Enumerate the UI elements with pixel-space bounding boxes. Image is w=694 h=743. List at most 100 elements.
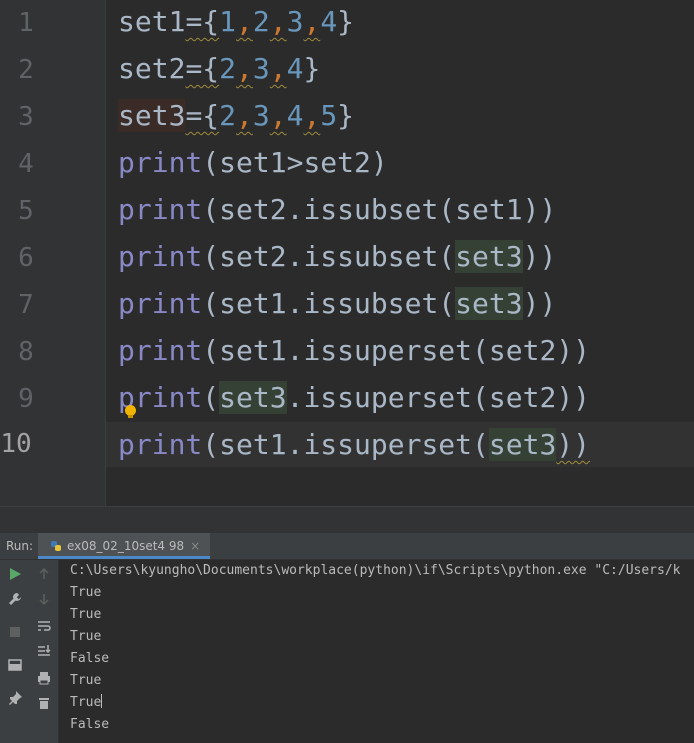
code-line[interactable]: print(set1>set2) [118, 139, 388, 186]
run-console-output[interactable]: C:\Users\kyungho\Documents\workplace(pyt… [59, 560, 694, 743]
code-token: .issuperset(set2)) [286, 381, 591, 414]
text-cursor [101, 694, 103, 708]
run-label: Run: [6, 539, 34, 553]
line-number: 2 [18, 55, 34, 85]
code-token: set1 [118, 5, 186, 38]
code-token: set2 [118, 52, 186, 85]
line-number: 1 [18, 8, 34, 38]
line-number: 9 [18, 384, 34, 414]
console-output-line: False [70, 717, 110, 732]
stop-icon[interactable] [7, 624, 23, 640]
line-number-current: 10 [0, 429, 32, 459]
code-token: (set2.issubset(set1)) [202, 193, 557, 226]
number-literal: 2 [219, 52, 237, 85]
console-output-line: False [70, 651, 110, 666]
line-number: 3 [18, 102, 34, 132]
pin-icon[interactable] [7, 690, 23, 706]
code-line[interactable]: print(set2.issubset(set1)) [118, 186, 556, 233]
run-tool-header: Run: ex08_02_10set4 98 × [0, 533, 694, 560]
code-token: } [337, 99, 355, 132]
number-literal: 2 [219, 99, 237, 132]
comma: , [269, 5, 287, 38]
highlighted-identifier: set3 [488, 428, 557, 461]
code-token: (set1>set2) [202, 146, 388, 179]
bulb-icon[interactable] [125, 405, 136, 418]
code-token: )) [522, 287, 557, 320]
code-editor[interactable]: 1 2 3 4 5 6 7 8 9 10 set1={1,2,3,4} set2… [0, 0, 694, 506]
trash-icon[interactable] [36, 695, 52, 711]
line-number: 8 [18, 337, 34, 367]
run-toolbar-primary [0, 560, 30, 743]
line-number-gutter[interactable]: 1 2 3 4 5 6 7 8 9 10 [0, 0, 105, 506]
run-tab-label: ex08_02_10set4 98 [67, 539, 185, 553]
comma: , [236, 5, 253, 38]
number-literal: 4 [286, 99, 304, 132]
builtin-keyword: print [118, 334, 203, 367]
builtin-keyword: print [118, 146, 203, 179]
console-output-line: True [70, 629, 102, 644]
comma: , [303, 99, 321, 132]
down-arrow-icon[interactable] [36, 591, 52, 607]
builtin-keyword: print [118, 287, 203, 320]
run-toolbar-secondary [30, 560, 59, 743]
code-token: (set2.issubset( [202, 240, 456, 273]
highlighted-identifier: set3 [455, 240, 523, 273]
layout-icon[interactable] [7, 657, 23, 673]
comma: , [236, 99, 253, 132]
code-line-current[interactable]: print(set1.issuperset(set3)) [118, 421, 590, 468]
console-output-line: True [70, 673, 102, 688]
code-token: )) [522, 240, 557, 273]
number-literal: 4 [320, 5, 338, 38]
code-line[interactable]: set1={1,2,3,4} [118, 0, 354, 45]
python-file-icon [51, 541, 61, 551]
code-token: ={ [185, 5, 220, 38]
console-command-line: C:\Users\kyungho\Documents\workplace(pyt… [70, 563, 681, 578]
scroll-to-end-icon[interactable] [36, 643, 52, 659]
comma: , [236, 52, 253, 85]
code-token: ={ [185, 99, 220, 132]
highlighted-identifier: set3 [455, 287, 523, 320]
code-token: (set1.issubset( [202, 287, 456, 320]
number-literal: 3 [286, 5, 304, 38]
up-arrow-icon[interactable] [36, 566, 52, 582]
code-line[interactable]: set2={2,3,4} [118, 45, 320, 92]
code-token: )) [556, 428, 591, 461]
builtin-keyword: print [118, 240, 203, 273]
code-line[interactable]: print(set1.issubset(set3)) [118, 280, 556, 327]
number-literal: 1 [219, 5, 237, 38]
close-icon[interactable]: × [190, 539, 200, 553]
number-literal: 4 [286, 52, 304, 85]
code-token: set3 [118, 99, 186, 132]
number-literal: 2 [252, 5, 270, 38]
code-line[interactable]: print(set3.issuperset(set2)) [118, 374, 590, 421]
line-number: 6 [18, 243, 34, 273]
rerun-icon[interactable] [7, 566, 23, 582]
comma: , [303, 5, 321, 38]
builtin-keyword: print [118, 193, 203, 226]
comma: , [269, 52, 287, 85]
editor-bottom-strip [0, 506, 694, 533]
builtin-keyword: print [118, 428, 203, 461]
console-output-text: True [70, 695, 102, 710]
number-literal: 3 [252, 52, 270, 85]
code-token: (set1.issuperset(set2)) [202, 334, 591, 367]
code-line[interactable]: set3={2,3,4,5} [118, 92, 354, 139]
code-token: (set1.issuperset( [202, 428, 489, 461]
soft-wrap-icon[interactable] [36, 618, 52, 634]
code-token: } [303, 52, 321, 85]
run-config-tab[interactable]: ex08_02_10set4 98 × [38, 533, 211, 559]
code-token: } [337, 5, 355, 38]
print-icon[interactable] [36, 670, 52, 686]
number-literal: 5 [320, 99, 338, 132]
highlighted-identifier: set3 [219, 381, 287, 414]
number-literal: 3 [252, 99, 270, 132]
console-output-line: True [70, 692, 103, 714]
code-line[interactable]: print(set2.issubset(set3)) [118, 233, 556, 280]
line-number: 5 [18, 196, 34, 226]
comma: , [269, 99, 287, 132]
line-number: 4 [18, 149, 34, 179]
line-number: 7 [18, 290, 34, 320]
console-output-line: True [70, 607, 102, 622]
code-line[interactable]: print(set1.issuperset(set2)) [118, 327, 590, 374]
wrench-icon[interactable] [7, 591, 23, 607]
